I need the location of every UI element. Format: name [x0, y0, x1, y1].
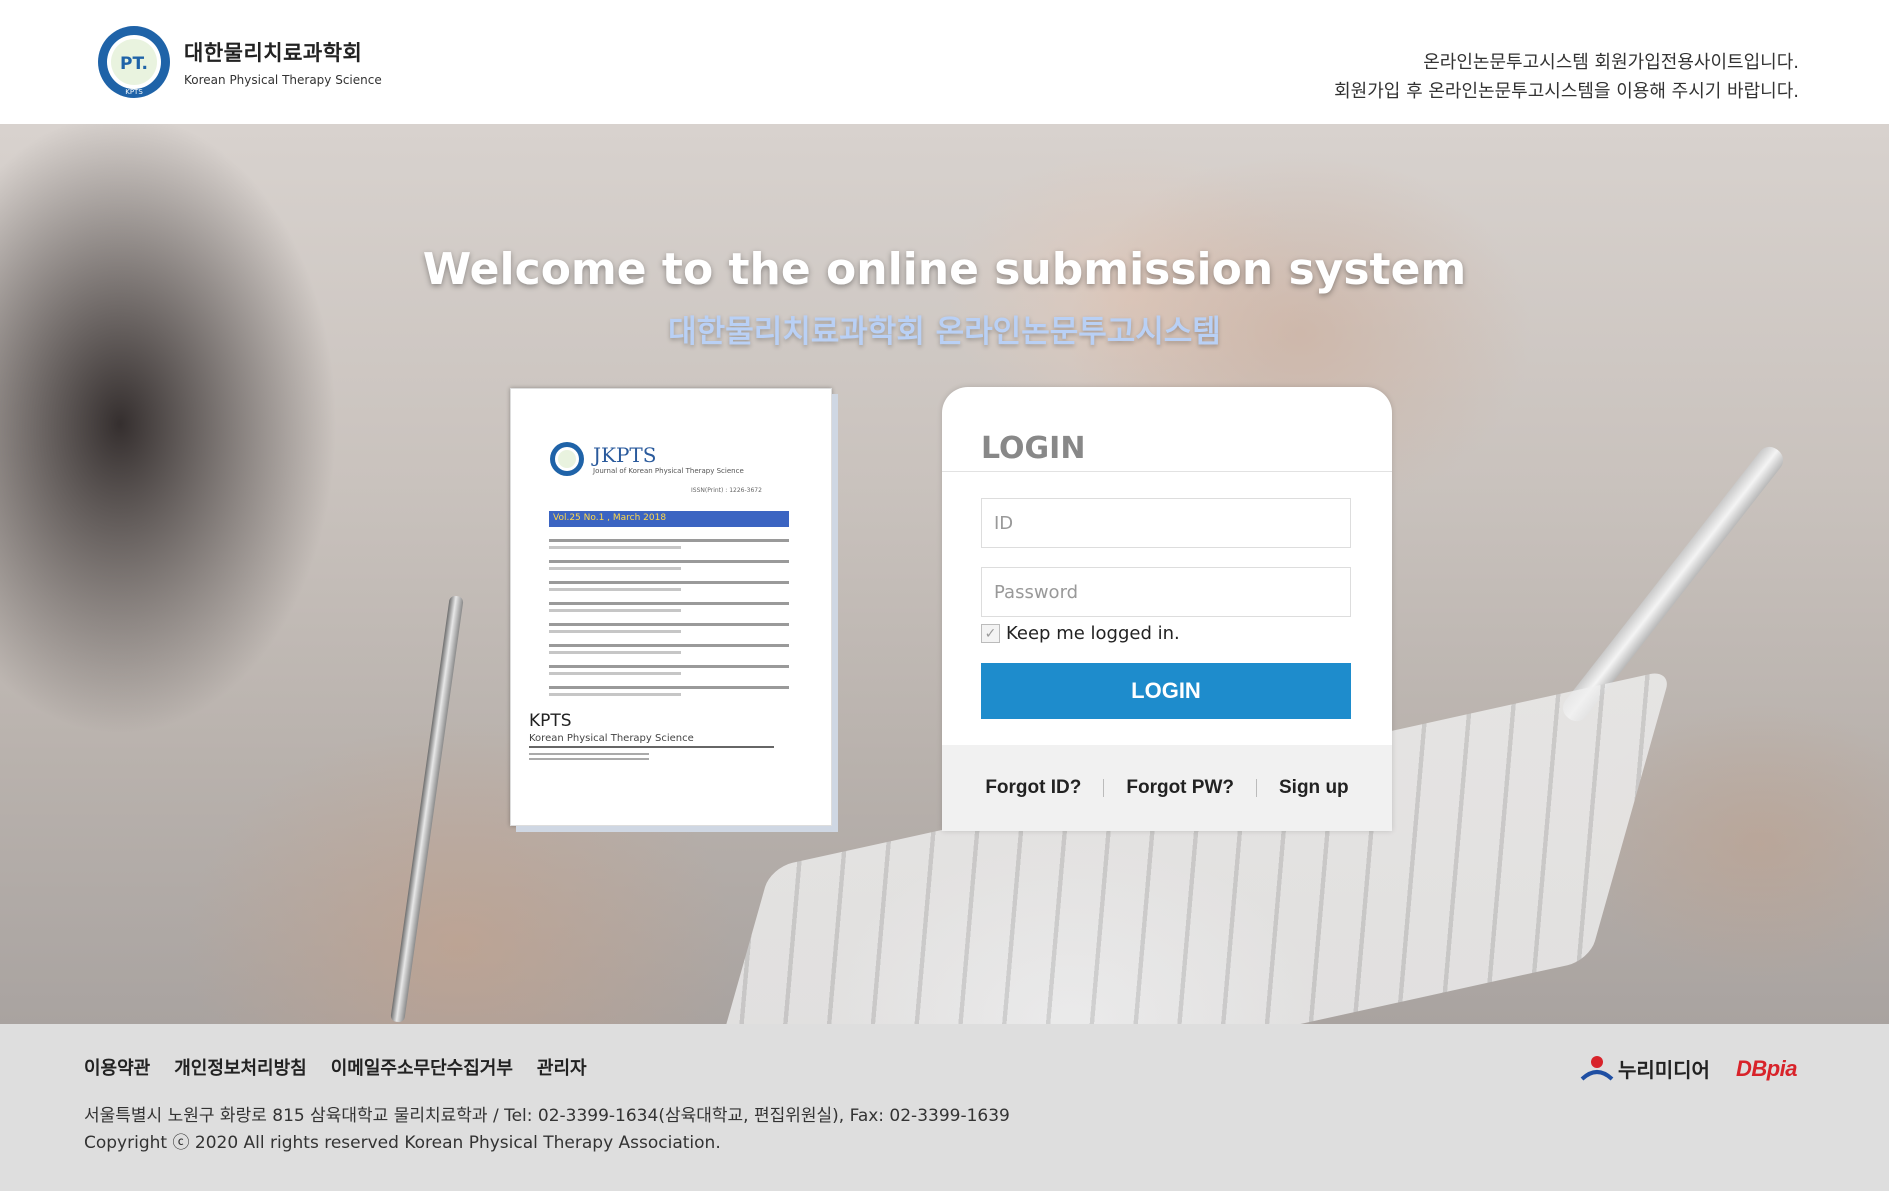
login-divider: [942, 471, 1392, 472]
welcome-title: Welcome to the online submission system: [422, 244, 1467, 295]
login-title: LOGIN: [981, 431, 1086, 466]
welcome-subtitle: 대한물리치료과학회 온라인논문투고시스템: [668, 314, 1221, 350]
logo-english-name: Korean Physical Therapy Science: [184, 73, 382, 87]
password-field[interactable]: [981, 567, 1351, 617]
cover-journal-full: Journal of Korean Physical Therapy Scien…: [593, 467, 744, 475]
footer-link-admin[interactable]: 관리자: [537, 1054, 587, 1080]
password-input[interactable]: [982, 568, 1350, 616]
header: PT. KPTS 대한물리치료과학회 Korean Physical Thera…: [0, 0, 1889, 124]
cover-kpts-subtitle: Korean Physical Therapy Science: [529, 733, 774, 748]
kpts-logo-icon: PT. KPTS: [98, 26, 170, 98]
cover-header: JKPTS Journal of Korean Physical Therapy…: [549, 441, 744, 477]
id-input[interactable]: [982, 499, 1350, 547]
footer-link-email-policy[interactable]: 이메일주소무단수집거부: [331, 1054, 513, 1080]
footer-link-privacy[interactable]: 개인정보처리방침: [174, 1054, 306, 1080]
footer-links: 이용약관 개인정보처리방침 이메일주소무단수집거부 관리자: [84, 1054, 611, 1080]
nurimedia-label: 누리미디어: [1617, 1058, 1710, 1082]
cover-logo-icon: [550, 442, 584, 476]
footer-address: 서울특별시 노원구 화랑로 815 삼육대학교 물리치료학과 / Tel: 02…: [84, 1106, 1010, 1126]
keep-logged-in-checkbox[interactable]: ✓: [981, 624, 1000, 643]
keep-logged-in[interactable]: ✓ Keep me logged in.: [981, 623, 1180, 644]
logo-korean-name: 대한물리치료과학회: [184, 41, 363, 65]
forgot-id-link[interactable]: Forgot ID?: [985, 777, 1081, 799]
cover-issn: ISSN(Print) : 1226-3672: [691, 487, 762, 494]
dbpia-logo[interactable]: DBpia: [1736, 1056, 1798, 1082]
keep-logged-in-label: Keep me logged in.: [1006, 623, 1180, 644]
signup-notice: 온라인논문투고시스템 회원가입전용사이트입니다. 회원가입 후 온라인논문투고시…: [1334, 48, 1799, 106]
site-logo[interactable]: PT. KPTS 대한물리치료과학회 Korean Physical Thera…: [96, 24, 382, 100]
logo-ring-text: KPTS: [125, 88, 143, 96]
notice-line-2: 회원가입 후 온라인논문투고시스템을 이용해 주시기 바랍니다.: [1334, 81, 1799, 102]
cover-journal-abbr: JKPTS: [593, 443, 657, 467]
id-field[interactable]: [981, 498, 1351, 548]
notice-line-1: 온라인논문투고시스템 회원가입전용사이트입니다.: [1423, 52, 1799, 73]
cover-kpts: KPTS: [529, 711, 572, 731]
cover-fineprint: [529, 753, 649, 763]
footer-copyright: Copyright ⓒ 2020 All rights reserved Kor…: [84, 1133, 721, 1153]
nurimedia-icon: [1580, 1055, 1614, 1081]
nurimedia-logo[interactable]: 누리미디어: [1580, 1054, 1710, 1083]
logo-badge-text: PT.: [120, 54, 148, 74]
stylus-image: [1558, 442, 1788, 726]
link-separator: [1256, 779, 1257, 797]
cover-contents: [549, 539, 789, 707]
cover-volume: Vol.25 No.1 , March 2018: [549, 511, 789, 527]
login-button[interactable]: LOGIN: [981, 663, 1351, 719]
login-links: Forgot ID? Forgot PW? Sign up: [942, 745, 1392, 831]
footer-link-terms[interactable]: 이용약관: [84, 1054, 150, 1080]
forgot-pw-link[interactable]: Forgot PW?: [1126, 777, 1234, 799]
link-separator: [1103, 779, 1105, 797]
footer: 이용약관 개인정보처리방침 이메일주소무단수집거부 관리자 서울특별시 노원구 …: [0, 1024, 1889, 1191]
partner-logos: 누리미디어 DBpia: [1580, 1054, 1798, 1083]
login-panel: LOGIN ✓ Keep me logged in. LOGIN Forgot …: [942, 387, 1392, 831]
pen-image: [390, 595, 464, 1023]
sign-up-link[interactable]: Sign up: [1279, 777, 1349, 799]
journal-cover: JKPTS Journal of Korean Physical Therapy…: [510, 388, 832, 826]
